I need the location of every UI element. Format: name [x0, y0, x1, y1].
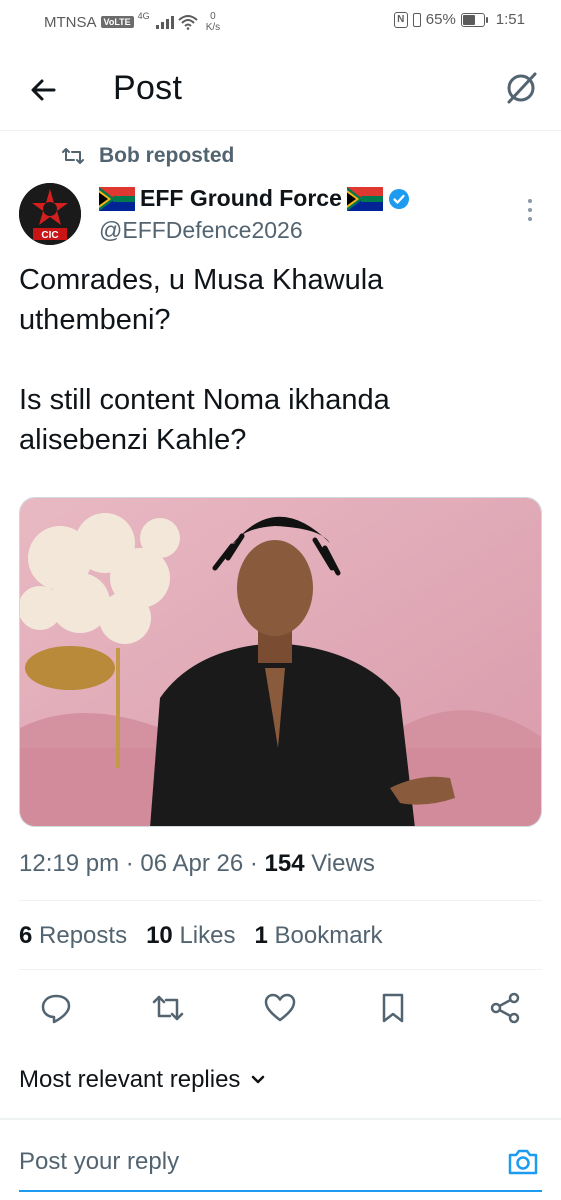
share-icon[interactable]	[487, 990, 523, 1026]
camera-icon[interactable]	[506, 1145, 540, 1179]
avatar-image: CIC	[19, 183, 81, 245]
nfc-icon: N	[393, 11, 408, 28]
reply-input[interactable]: Post your reply	[19, 1148, 179, 1176]
views-count: 154	[264, 850, 305, 877]
page-title: Post	[113, 69, 183, 107]
network-speed: 0 K/s	[206, 11, 220, 33]
author-display-name: EFF Ground Force	[140, 185, 342, 211]
carrier-name: MTNSA	[44, 13, 97, 31]
repost-indicator[interactable]: Bob reposted	[62, 144, 234, 168]
network-speed-unit: K/s	[205, 22, 221, 33]
chevron-down-icon	[252, 1075, 265, 1084]
bookmarks-count: 1	[254, 922, 268, 949]
post-header: Post	[0, 44, 561, 131]
heart-icon[interactable]	[262, 990, 298, 1026]
volte-badge: VoLTE	[100, 16, 134, 28]
reposts-label: Reposts	[39, 922, 128, 949]
author-name[interactable]: EFF Ground Force	[99, 185, 410, 212]
repost-icon	[62, 148, 84, 164]
repost-icon[interactable]	[150, 990, 186, 1026]
battery-icon	[460, 12, 488, 27]
back-arrow-icon[interactable]	[26, 72, 62, 108]
reposts-count: 6	[19, 922, 33, 949]
battery-percent: 65%	[425, 11, 456, 28]
status-left: MTNSA VoLTE 4G 0 K/s	[44, 11, 220, 33]
reply-icon[interactable]	[38, 990, 74, 1026]
post-time: 12:19 pm	[19, 850, 120, 877]
reposts-stat[interactable]: 6 Reposts	[19, 922, 127, 950]
post-meta: 12:19 pm · 06 Apr 26 · 154 Views	[19, 850, 375, 877]
bookmark-icon[interactable]	[375, 990, 411, 1026]
post-stats: 6 Reposts 10 Likes 1 Bookmark	[19, 922, 383, 950]
signal-icon	[155, 15, 174, 29]
bookmarks-label: Bookmark	[274, 922, 383, 949]
reply-input-underline	[19, 1190, 542, 1192]
post-photo	[20, 498, 541, 826]
bookmarks-stat[interactable]: 1 Bookmark	[254, 922, 382, 950]
divider	[19, 900, 542, 901]
vibrate-icon	[412, 12, 421, 27]
author-handle[interactable]: @EFFDefence2026	[99, 217, 303, 244]
battery-fill	[462, 14, 476, 25]
status-bar: MTNSA VoLTE 4G 0 K/s N 65% 1:51	[0, 0, 561, 44]
network-speed-value: 0	[210, 11, 216, 22]
post-image[interactable]	[19, 497, 542, 827]
avatar-text: CIC	[41, 230, 58, 241]
divider	[0, 1118, 561, 1120]
likes-label: Likes	[179, 922, 236, 949]
replies-sort-dropdown[interactable]: Most relevant replies	[19, 1066, 266, 1094]
post-text: Comrades, u Musa Khawula uthembeni? Is s…	[19, 264, 390, 456]
likes-stat[interactable]: 10 Likes	[146, 922, 235, 950]
status-right: N 65% 1:51	[393, 11, 525, 28]
likes-count: 10	[146, 922, 173, 949]
replies-sort-label: Most relevant replies	[19, 1066, 241, 1093]
post-date: 06 Apr 26	[140, 850, 244, 877]
verified-badge-icon	[388, 188, 409, 209]
divider	[19, 969, 542, 970]
repost-label: Bob reposted	[99, 144, 235, 167]
wifi-icon	[178, 15, 198, 30]
network-type: 4G	[137, 11, 150, 21]
avatar[interactable]: CIC	[19, 183, 81, 245]
south-africa-flag-icon	[99, 186, 135, 211]
grok-icon[interactable]	[503, 68, 541, 106]
clock: 1:51	[495, 11, 525, 28]
more-vertical-icon[interactable]	[524, 197, 536, 223]
south-africa-flag-icon	[346, 186, 383, 211]
views-label: Views	[311, 850, 375, 877]
